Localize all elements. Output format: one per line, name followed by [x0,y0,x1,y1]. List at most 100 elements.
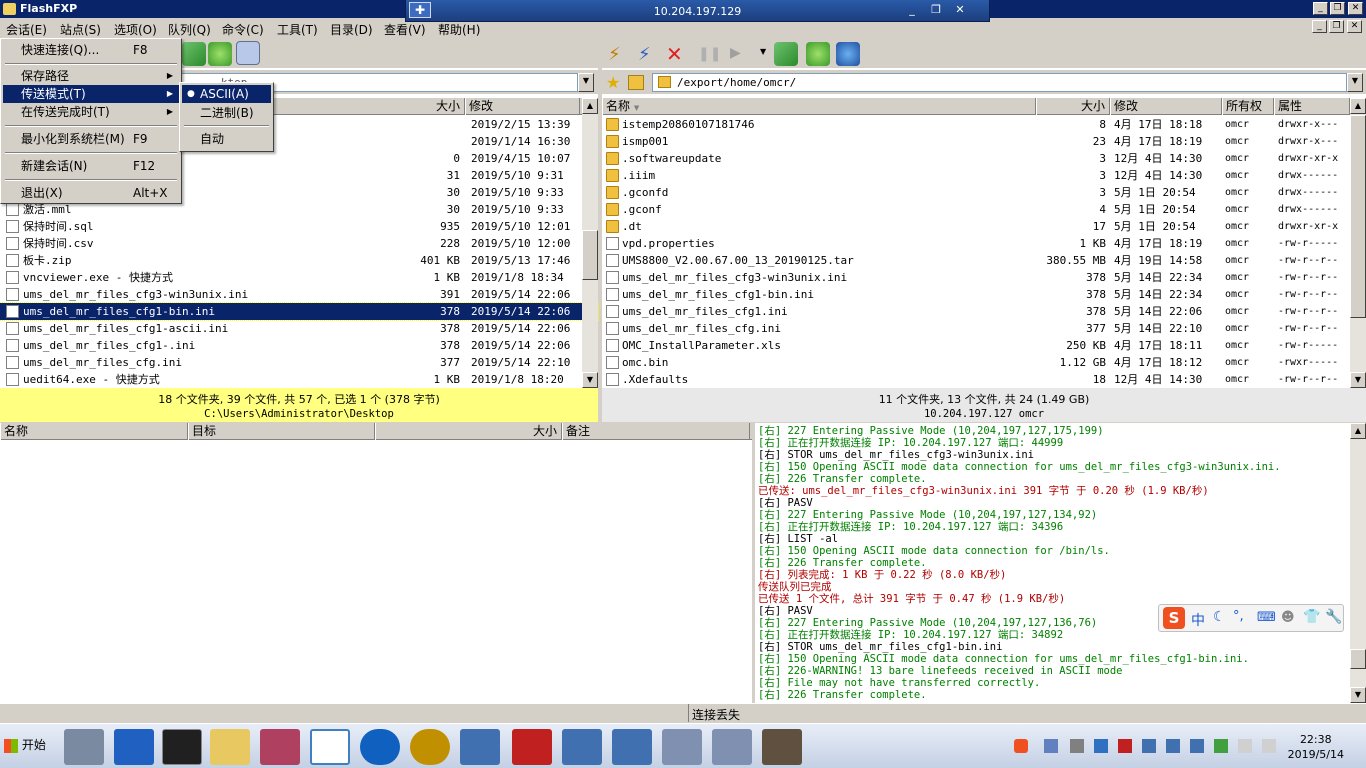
volume-icon[interactable] [1262,739,1276,753]
table-row[interactable]: istemp20860107181746 8 4月 17日 18:18 omcr drw… [602,116,1366,133]
ie-icon[interactable] [360,729,400,765]
start-button[interactable]: 开始 [4,736,46,753]
scroll-down-icon[interactable]: ▼ [582,372,598,388]
scroll-down-icon[interactable]: ▼ [1350,372,1366,388]
local-scrollbar[interactable]: ▲ ▼ [582,98,598,388]
flag-icon[interactable] [1238,739,1252,753]
close-icon[interactable]: ✕ [1348,2,1363,15]
remote-col-size[interactable]: 大小 [1036,98,1110,115]
table-row[interactable]: ums_del_mr_files_cfg3-win3unix.ini 391 201… [0,286,598,303]
local-col-modified[interactable]: 修改 [465,98,580,115]
table-row[interactable]: 板卡.zip 401 KB 2019/5/13 17:46 [0,252,598,269]
table-row[interactable]: .iiim 3 12月 4日 14:30 omcr drwx------ [602,167,1366,184]
remote-col-modified[interactable]: 修改 [1110,98,1222,115]
queue-col-name[interactable]: 名称 [0,423,188,440]
tray-icon-5[interactable] [1142,739,1156,753]
computer-icon[interactable] [236,41,260,65]
moon-icon[interactable]: ☾ [1213,609,1226,625]
scroll-up-icon[interactable]: ▲ [582,98,598,114]
scroll-thumb[interactable] [1350,649,1366,669]
menu-exit[interactable]: 退出(X) Alt+X [3,184,179,202]
remote-desktop-icon-1[interactable] [662,729,702,765]
terminal-app-icon[interactable] [762,729,802,765]
table-row[interactable]: ums_del_mr_files_cfg3-win3unix.ini 378 5月 … [602,269,1366,286]
remote-scrollbar[interactable]: ▲ ▼ [1350,98,1366,388]
table-row[interactable]: 保持时间.csv 228 2019/5/10 12:00 [0,235,598,252]
table-row[interactable]: vncviewer.exe - 快捷方式 1 KB 2019/1/8 18:34 [0,269,598,286]
table-row[interactable]: .dt 17 5月 1日 20:54 omcr drwxr-xr-x [602,218,1366,235]
transfer-icon[interactable] [774,42,798,66]
scroll-down-icon[interactable]: ▼ [1350,687,1366,703]
disconnect-icon[interactable]: ⚡ [638,44,660,66]
table-row[interactable]: ums_del_mr_files_cfg.ini 377 2019/5/14 22:… [0,354,598,371]
scroll-thumb[interactable] [582,230,598,280]
keyboard-icon[interactable]: ⌨ [1257,610,1276,625]
ultraedit-icon[interactable] [410,729,450,765]
table-row[interactable]: .gconfd 3 5月 1日 20:54 omcr drwx------ [602,184,1366,201]
menu-on-complete[interactable]: 在传送完成时(T) ▶ [3,103,179,121]
menu-view[interactable]: 查看(V) [384,21,426,38]
menu-help[interactable]: 帮助(H) [438,21,480,38]
tray-icon-1[interactable] [1044,739,1058,753]
submenu-ascii[interactable]: ● ASCII(A) [182,85,271,103]
table-row[interactable]: .Xdefaults 18 12月 4日 14:30 omcr -rw-r--r-- [602,371,1366,388]
pause-icon[interactable]: ❚❚ [698,46,721,64]
tray-icon-2[interactable] [1070,739,1084,753]
local-path-dropdown-icon[interactable]: ▼ [578,73,594,92]
play-icon[interactable]: ▶ [730,45,748,63]
restore-icon[interactable]: ❐ [1330,2,1345,15]
table-row[interactable]: OMC_InstallParameter.xls 250 KB 4月 17日 18:… [602,337,1366,354]
connect-icon[interactable]: ⚡ [608,44,630,66]
filezilla-icon[interactable] [512,729,552,765]
menu-save-path[interactable]: 保存路径 ▶ [3,67,179,85]
table-row[interactable]: .gconf 4 5月 1日 20:54 omcr drwx------ [602,201,1366,218]
punctuation-icon[interactable]: °, [1233,609,1244,624]
skin-icon[interactable]: 👕 [1303,609,1320,625]
sogou-tray-icon[interactable] [1014,739,1028,753]
refresh-icon[interactable] [806,42,830,66]
omc-client-icon-1[interactable] [460,729,500,765]
mdi-minimize-icon[interactable]: _ [1312,20,1327,33]
local-col-size[interactable]: 大小 [270,98,465,115]
table-row[interactable]: vpd.properties 1 KB 4月 17日 18:19 omcr -rw-r-… [602,235,1366,252]
play-dropdown-icon[interactable]: ▼ [760,47,766,56]
mdi-restore-icon[interactable]: ❐ [1329,20,1344,33]
remote-col-name[interactable]: 名称 ▼ [602,98,1036,115]
mdi-close-icon[interactable]: ✕ [1347,20,1362,33]
log-scrollbar[interactable]: ▲ ▼ [1350,423,1366,703]
table-row[interactable]: ums_del_mr_files_cfg1-bin.ini 378 5月 14日 2… [602,286,1366,303]
flashfxp-task-icon[interactable] [310,729,350,765]
table-row[interactable]: ums_del_mr_files_cfg1-ascii.ini 378 2019/5… [0,320,598,337]
remote-col-owner[interactable]: 所有权 [1222,98,1274,115]
menu-directory[interactable]: 目录(D) [330,21,373,38]
menu-minimize-tray[interactable]: 最小化到系统栏(M) F9 [3,130,179,148]
menu-quick-connect[interactable]: 快速连接(Q)... F8 [3,41,179,59]
cmd-icon[interactable] [162,729,202,765]
ime-chinese-mode[interactable]: 中 [1191,610,1205,630]
ime-toolbar[interactable]: S 中 ☾ °, ⌨ ☻ 👕 🔧 [1158,604,1344,632]
table-row[interactable]: ums_del_mr_files_cfg1-bin.ini 378 2019/5/1… [0,302,599,321]
remote-path-dropdown-icon[interactable]: ▼ [1347,73,1363,92]
powershell-icon[interactable] [114,729,154,765]
queue-col-size[interactable]: 大小 [375,423,562,440]
user-icon[interactable]: ☻ [1281,610,1295,625]
submenu-auto[interactable]: 自动 [182,130,271,148]
tray-icon-7[interactable] [1190,739,1204,753]
rdp-close-icon[interactable]: ✕ [951,3,969,17]
remote-desktop-icon-2[interactable] [712,729,752,765]
table-row[interactable]: uedit64.exe - 快捷方式 1 KB 2019/1/8 18:20 [0,371,598,388]
tray-icon-4[interactable] [1118,739,1132,753]
rdp-minimize-icon[interactable]: _ [903,3,921,17]
queue-col-note[interactable]: 备注 [562,423,750,440]
scroll-up-icon[interactable]: ▲ [1350,423,1366,439]
minimize-icon[interactable]: _ [1313,2,1328,15]
menu-new-session[interactable]: 新建会话(N) F12 [3,157,179,175]
database-icon[interactable] [260,729,300,765]
submenu-binary[interactable]: 二进制(B) [182,104,271,122]
transfer-icon[interactable] [182,42,206,66]
queue-col-target[interactable]: 目标 [188,423,375,440]
abort-icon[interactable]: ✕ [666,42,688,66]
explorer-icon[interactable] [210,729,250,765]
globe-icon[interactable] [836,42,860,66]
tray-icon-3[interactable] [1094,739,1108,753]
